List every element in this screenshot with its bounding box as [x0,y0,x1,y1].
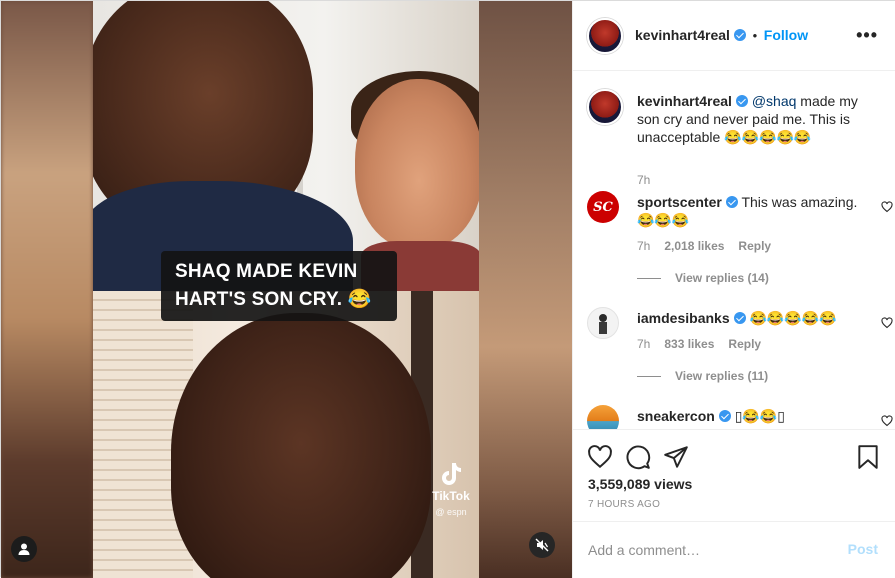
verified-badge-icon [725,196,738,208]
speaker-muted-icon [535,538,549,552]
view-replies-button[interactable]: View replies (14) [637,271,769,285]
tagged-users-button[interactable] [11,536,37,562]
commenter-avatar[interactable] [587,307,619,339]
person-child [355,79,479,249]
view-count[interactable]: 3,559,089 views [588,476,692,492]
save-bookmark-icon[interactable] [855,444,881,470]
add-comment-input[interactable] [588,540,828,560]
comments-list[interactable]: kevinhart4real @shaq made my son cry and… [573,72,895,429]
follow-button[interactable]: Follow [764,27,808,43]
caption-author-avatar[interactable] [587,89,623,125]
comment-text-block: sneakercon ▯😂😂▯ [637,407,867,425]
user-icon [18,543,30,555]
verified-badge-icon [735,95,748,107]
caption-line-1: SHAQ MADE KEVIN [175,261,358,282]
post-actions: 3,559,089 views 7 HOURS AGO [573,429,895,521]
verified-badge-icon [733,312,746,324]
like-comment-heart-icon[interactable] [881,201,893,213]
verified-badge-icon [718,410,731,422]
comment-item: iamdesibanks 😂😂😂😂😂 7h 833 likes Reply View… [587,307,893,407]
separator-dot: • [752,28,758,43]
post-timestamp[interactable]: 7 HOURS AGO [588,499,660,510]
caption-line-2: HART'S SON CRY. 😂 [175,289,372,310]
reply-button[interactable]: Reply [728,337,761,351]
caption-text-block: kevinhart4real @shaq made my son cry and… [637,92,867,146]
post-comment-button[interactable]: Post [848,541,878,557]
tiktok-icon [442,463,461,485]
video-blur-right [479,1,572,578]
post-caption: kevinhart4real @shaq made my son cry and… [587,89,887,189]
like-comment-heart-icon[interactable] [881,317,893,329]
mute-button[interactable] [529,532,555,558]
add-comment-bar: Post [573,521,895,578]
post-sidebar: kevinhart4real • Follow ••• kevinhart4re… [572,1,895,578]
comment-likes[interactable]: 833 likes [664,337,714,351]
commenter-avatar[interactable] [587,405,619,429]
verified-badge-icon [733,29,746,41]
post-header: kevinhart4real • Follow ••• [573,1,895,71]
comment-item: sneakercon ▯😂😂▯ [587,405,893,429]
comment-text-block: sportscenter This was amazing. 😂😂😂 [637,193,867,229]
person-shaq [171,313,431,578]
like-heart-icon[interactable] [587,444,613,470]
comment-meta: 7h 833 likes Reply [637,337,761,351]
comment-username[interactable]: sportscenter [637,194,722,210]
comment-body: ▯😂😂▯ [734,408,785,424]
comment-item: SC sportscenter This was amazing. 😂😂😂 7h… [587,191,893,291]
author-line: kevinhart4real • Follow [635,27,808,43]
caption-username[interactable]: kevinhart4real [637,93,732,109]
tiktok-watermark: TikTok @ espn [428,461,474,531]
instagram-post-modal: SHAQ MADE KEVIN HART'S SON CRY. 😂 TikTok… [0,0,895,578]
commenter-avatar[interactable]: SC [587,191,619,223]
caption-time[interactable]: 7h [637,173,650,187]
comment-body: 😂😂😂😂😂 [749,310,837,326]
view-replies-button[interactable]: View replies (11) [637,369,768,383]
comment-username[interactable]: sneakercon [637,408,715,424]
tiktok-username: @ espn [435,507,467,517]
tiktok-label: TikTok [432,489,470,503]
author-username[interactable]: kevinhart4real [635,27,730,43]
comment-bubble-icon[interactable] [625,444,651,470]
video-player[interactable]: SHAQ MADE KEVIN HART'S SON CRY. 😂 TikTok… [1,1,572,578]
comment-time[interactable]: 7h [637,239,650,253]
author-avatar[interactable] [587,18,623,54]
comment-likes[interactable]: 2,018 likes [664,239,724,253]
comment-text-block: iamdesibanks 😂😂😂😂😂 [637,309,867,327]
caption-mention[interactable]: @shaq [752,93,797,109]
comment-meta: 7h 2,018 likes Reply [637,239,771,253]
comment-time[interactable]: 7h [637,337,650,351]
share-paper-plane-icon[interactable] [663,444,689,470]
video-caption-overlay: SHAQ MADE KEVIN HART'S SON CRY. 😂 [161,251,397,321]
more-options-icon[interactable]: ••• [856,25,878,46]
person-silhouette-icon [599,314,607,334]
comment-username[interactable]: iamdesibanks [637,310,730,326]
like-comment-heart-icon[interactable] [881,415,893,427]
video-blur-left [1,1,93,578]
reply-button[interactable]: Reply [738,239,771,253]
